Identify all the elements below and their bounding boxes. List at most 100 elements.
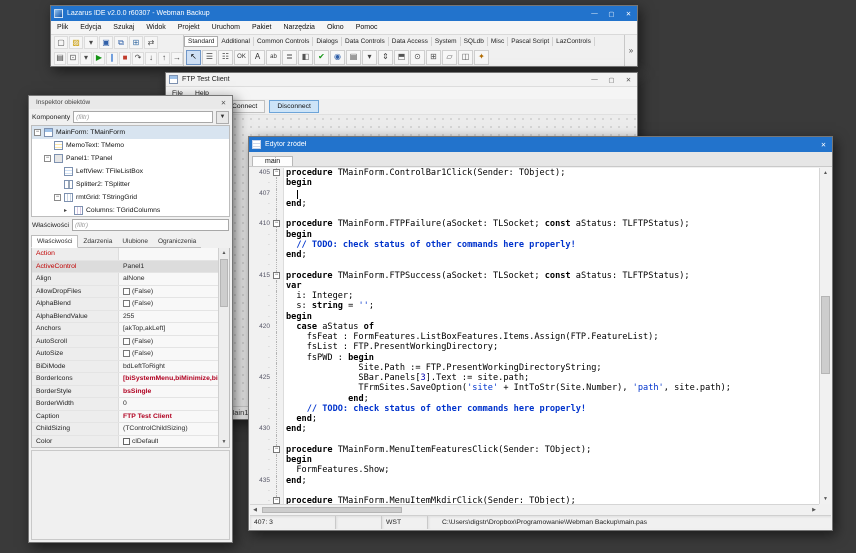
scroll-down-icon[interactable]: ▼ (219, 437, 229, 447)
gutter-cell[interactable]: · (250, 353, 284, 363)
scroll-left-icon[interactable]: ◀ (250, 505, 260, 515)
inspector-titlebar[interactable]: Inspektor obiektów ✕ (29, 96, 232, 109)
toolbar-view-forms-button[interactable]: ⊡ (67, 52, 79, 65)
property-row-allowdropfiles[interactable]: AllowDropFiles(False) (32, 286, 218, 299)
property-row-alphablendvalue[interactable]: AlphaBlendValue255 (32, 311, 218, 324)
ide-menu-pomoc[interactable]: Pomoc (350, 24, 384, 31)
collapse-icon[interactable]: − (34, 129, 41, 136)
gutter-cell[interactable]: · (250, 414, 284, 424)
toolbar-step-into-button[interactable]: ↓ (145, 52, 157, 65)
palette-tab-data-access[interactable]: Data Access (389, 37, 432, 46)
tree-item-memotext-tmemo[interactable]: MemoText: TMemo (32, 139, 229, 152)
toolbar-open-dropdown-button[interactable]: ▾ (84, 36, 98, 49)
property-row-bordericons[interactable]: BorderIcons[biSystemMenu,biMinimize,biMa… (32, 373, 218, 386)
property-row-align[interactable]: AlignalNone (32, 273, 218, 286)
palette-pointer-button[interactable]: ↖ (186, 50, 201, 65)
ide-menu-widok[interactable]: Widok (140, 24, 171, 31)
palette-tlistbox-button[interactable]: ▤ (346, 50, 361, 65)
toolbar-view-units-button[interactable]: ▤ (54, 52, 66, 65)
gutter-cell[interactable]: 430 (250, 424, 284, 434)
property-row-alphablend[interactable]: AlphaBlend(False) (32, 298, 218, 311)
gutter-cell[interactable]: · (250, 301, 284, 311)
checkbox-icon[interactable] (123, 350, 130, 357)
scrollbar-thumb[interactable] (220, 259, 228, 307)
fold-icon[interactable]: − (273, 220, 280, 227)
ide-menu-szukaj[interactable]: Szukaj (107, 24, 140, 31)
palette-tab-pascal-script[interactable]: Pascal Script (508, 37, 553, 46)
toolbar-toggle-form-unit-button[interactable]: ⇄ (144, 36, 158, 49)
maximize-button[interactable]: ▢ (603, 6, 620, 21)
inspector-tab-w-a-ciwo-ci[interactable]: Właściwości (31, 235, 78, 248)
palette-ttogglebox-button[interactable]: ◧ (298, 50, 313, 65)
editor-horizontal-scrollbar[interactable]: ◀ ▶ (250, 504, 819, 515)
palette-tedit-button[interactable]: ab (266, 50, 281, 65)
gutter-cell[interactable]: · (250, 455, 284, 465)
palette-tab-dialogs[interactable]: Dialogs (313, 37, 342, 46)
gutter-cell[interactable]: · (250, 363, 284, 373)
close-button[interactable]: ✕ (815, 137, 832, 152)
gutter-cell[interactable]: · (250, 394, 284, 404)
palette-tmemo-button[interactable]: ≣ (282, 50, 297, 65)
editor-vertical-scrollbar[interactable]: ▲ ▼ (819, 168, 831, 504)
fold-icon[interactable]: − (273, 169, 280, 176)
palette-tradiogroup-button[interactable]: ⊙ (410, 50, 425, 65)
property-row-autoscroll[interactable]: AutoScroll(False) (32, 336, 218, 349)
palette-tradiobutton-button[interactable]: ◉ (330, 50, 345, 65)
property-row-autosize[interactable]: AutoSize(False) (32, 348, 218, 361)
property-row-bidimode[interactable]: BiDiModebdLeftToRight (32, 361, 218, 374)
toolbar-open-button[interactable]: ▨ (69, 36, 83, 49)
fold-icon[interactable]: − (273, 272, 280, 279)
inspector-tab-ograniczenia[interactable]: Ograniczenia (153, 236, 201, 248)
close-button[interactable]: ✕ (215, 96, 232, 109)
toolbar-build-mode-button[interactable]: ▾ (80, 52, 92, 65)
palette-tcombobox-button[interactable]: ▾ (362, 50, 377, 65)
gutter-cell[interactable]: ·− (250, 496, 284, 504)
palette-tscrollbar-button[interactable]: ⇕ (378, 50, 393, 65)
gutter-cell[interactable]: · (250, 342, 284, 352)
components-filter-input[interactable] (73, 111, 213, 123)
palette-tab-lazcontrols[interactable]: LazControls (553, 37, 595, 46)
palette-scroll-button[interactable]: » (624, 35, 637, 66)
property-row-anchors[interactable]: Anchors[akTop,akLeft] (32, 323, 218, 336)
palette-tbutton-button[interactable]: OK (234, 50, 249, 65)
gutter-cell[interactable]: · (250, 383, 284, 393)
toolbar-new-form-button[interactable]: ⊞ (129, 36, 143, 49)
inspector-tab-zdarzenia[interactable]: Zdarzenia (78, 236, 117, 248)
palette-tab-data-controls[interactable]: Data Controls (342, 37, 389, 46)
property-row-activecontrol[interactable]: ActiveControlPanel1 (32, 261, 218, 274)
palette-tactionlist-button[interactable]: ✦ (474, 50, 489, 65)
palette-tab-additional[interactable]: Additional (218, 37, 254, 46)
ide-menu-pakiet[interactable]: Pakiet (246, 24, 277, 31)
checkbox-icon[interactable] (123, 338, 130, 345)
palette-tab-misc[interactable]: Misc (488, 37, 508, 46)
minimize-button[interactable]: — (586, 6, 603, 21)
palette-tab-system[interactable]: System (432, 37, 461, 46)
close-button[interactable]: ✕ (620, 6, 637, 21)
collapse-icon[interactable]: − (44, 155, 51, 162)
ide-titlebar[interactable]: Lazarus IDE v2.0.0 r60307 - Webman Backu… (51, 6, 637, 21)
gutter-cell[interactable]: · (250, 260, 284, 270)
checkbox-icon[interactable] (123, 288, 130, 295)
gutter-cell[interactable]: 407 (250, 189, 284, 199)
toolbar-run-button[interactable]: ▶ (93, 52, 105, 65)
gutter-cell[interactable]: 410− (250, 219, 284, 229)
ide-menu-projekt[interactable]: Projekt (172, 24, 206, 31)
properties-filter-input[interactable] (72, 219, 229, 231)
tree-item-leftview-tfilelistbox[interactable]: LeftView: TFileListBox (32, 165, 229, 178)
ide-menu-okno[interactable]: Okno (321, 24, 350, 31)
editor-titlebar[interactable]: Edytor źródeł ✕ (249, 137, 832, 152)
palette-tab-standard[interactable]: Standard (184, 36, 218, 47)
gutter-cell[interactable]: 420 (250, 322, 284, 332)
palette-tab-common-controls[interactable]: Common Controls (254, 37, 313, 46)
toolbar-pause-button[interactable]: ∥ (106, 52, 118, 65)
palette-tab-sqldb[interactable]: SQLdb (461, 37, 488, 46)
scroll-up-icon[interactable]: ▲ (820, 168, 831, 178)
palette-tlabel-button[interactable]: A (250, 50, 265, 65)
gutter-cell[interactable]: · (250, 486, 284, 496)
gutter-cell[interactable]: · (250, 250, 284, 260)
ide-menu-edycja[interactable]: Edycja (74, 24, 107, 31)
gutter-cell[interactable]: 415− (250, 271, 284, 281)
tab-main[interactable]: main (252, 156, 293, 166)
code-area[interactable]: 405−procedure TMainForm.ControlBar1Click… (250, 168, 819, 504)
toolbar-new-unit-button[interactable]: ▢ (54, 36, 68, 49)
